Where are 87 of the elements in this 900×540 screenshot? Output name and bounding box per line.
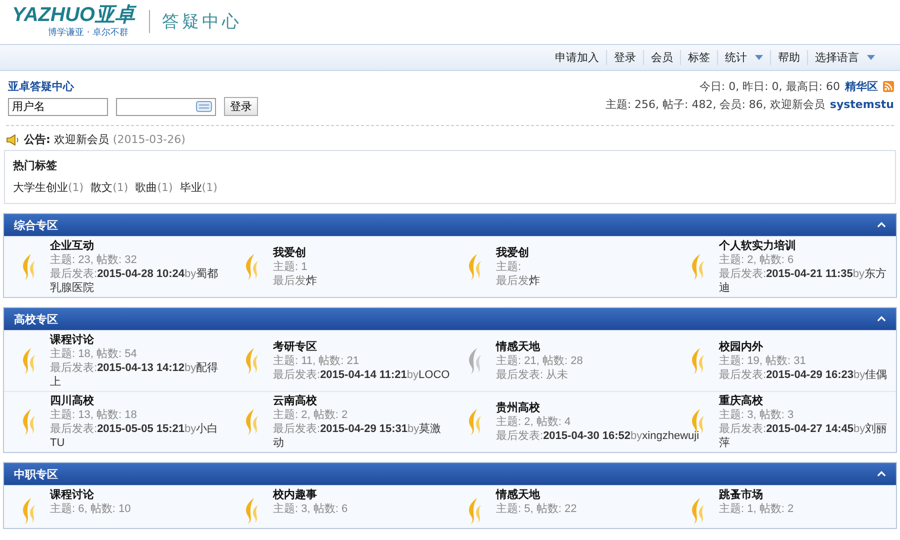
nav-link[interactable]: 选择语言: [807, 50, 882, 65]
forum-title-link[interactable]: 重庆高校: [719, 394, 894, 408]
forum-title[interactable]: 亚卓答疑中心: [8, 79, 258, 94]
section-title: 高校专区: [14, 312, 58, 326]
site-title: 答疑中心: [148, 10, 242, 32]
forum-title-link[interactable]: 贵州高校: [496, 401, 700, 415]
tag-link[interactable]: 大学生创业: [13, 181, 68, 194]
last-post-info: 最后发表:2015-04-29 16:23by佳偶: [719, 368, 888, 382]
last-post-info: 最后发表:2015-04-13 14:12by配得上: [50, 361, 220, 389]
forum-stats: 主题: 5, 帖数: 22: [496, 502, 577, 516]
announcement-text[interactable]: 公告: 欢迎新会员: [24, 132, 109, 147]
speaker-icon: [6, 134, 20, 146]
forum-title-link[interactable]: 跳蚤市场: [719, 488, 794, 502]
last-post-info: 最后发炸: [496, 274, 540, 288]
forum-title-link[interactable]: 校内趣事: [273, 488, 348, 502]
forum-stats: 主题: 23, 帖数: 32: [50, 253, 138, 267]
last-post-info: 最后发表:2015-04-21 11:35by东方迪: [719, 267, 888, 295]
forum-stats: 主题: 3, 帖数: 6: [273, 502, 348, 516]
forum-title-link[interactable]: 校园内外: [719, 340, 888, 354]
section-title: 中职专区: [14, 466, 58, 482]
section-header[interactable]: 综合专区: [4, 214, 896, 236]
forum-stats: 主题:: [496, 260, 522, 274]
section-header[interactable]: 高校专区: [4, 308, 896, 330]
rss-icon[interactable]: [883, 81, 894, 92]
nav-link[interactable]: 登录: [606, 50, 643, 65]
tag-link[interactable]: 毕业: [180, 181, 202, 194]
forum-title-link[interactable]: 个人软实力培训: [719, 239, 894, 253]
announcement-date: (2015-03-26): [112, 133, 186, 146]
last-post-info: 最后发表:2015-04-27 14:45by刘丽萍: [719, 422, 888, 450]
forum-stats: 主题: 2, 帖数: 2: [273, 408, 349, 422]
tags-title: 热门标签: [13, 158, 58, 173]
nav-link[interactable]: 申请加入: [548, 50, 606, 65]
forum-stats: 主题: 13, 帖数: 18: [50, 408, 138, 422]
tag-count: (1): [202, 181, 218, 194]
forum-stats: 主题: 1: [273, 260, 308, 274]
nav-link[interactable]: 帮助: [770, 50, 807, 65]
site-logo[interactable]: YAZHUO亚卓: [12, 4, 135, 26]
tag-count: (1): [112, 181, 128, 194]
forum-stats: 主题: 256, 帖子: 482, 会员: 86, 欢迎新会员: [605, 97, 825, 112]
nav-link[interactable]: 会员: [643, 50, 680, 65]
forum-stats: 主题: 3, 帖数: 3: [719, 408, 795, 422]
tag-count: (1): [68, 181, 84, 194]
collapse-icon[interactable]: [877, 471, 886, 477]
keyboard-icon[interactable]: [196, 101, 212, 112]
login-button[interactable]: 登录: [224, 97, 258, 116]
forum-title-link[interactable]: 我爱创: [496, 246, 540, 260]
section-title: 综合专区: [14, 218, 58, 232]
digest-link[interactable]: 精华区: [845, 79, 878, 94]
forum-title-link[interactable]: 课程讨论: [50, 488, 131, 502]
forum-stats: 主题: 19, 帖数: 31: [719, 354, 807, 368]
last-post-info: 最后发表:2015-05-05 15:21by小白TU: [50, 422, 220, 450]
section-header[interactable]: 中职专区: [4, 463, 896, 485]
forum-title-link[interactable]: 课程讨论: [50, 333, 225, 347]
forum-stats: 主题: 18, 帖数: 54: [50, 347, 138, 361]
tag-link[interactable]: 歌曲: [135, 181, 158, 194]
forum-title-link[interactable]: 我爱创: [273, 246, 317, 260]
forum-stats: 主题: 21, 帖数: 28: [496, 354, 583, 368]
forum-stats: 主题: 2, 帖数: 6: [719, 253, 795, 267]
last-post-info: 最后发表:2015-04-30 16:52byxingzhewuji: [496, 429, 700, 443]
forum-title-link[interactable]: 企业互动: [50, 239, 225, 253]
forum-title-link[interactable]: 四川高校: [50, 394, 225, 408]
nav-link[interactable]: 标签: [680, 50, 717, 65]
last-post-info: 最后发表:2015-04-14 11:21byLOCO: [273, 368, 450, 382]
forum-stats: 主题: 1, 帖数: 2: [719, 502, 794, 516]
tag-link[interactable]: 散文: [90, 181, 113, 194]
dropdown-caret-icon[interactable]: [755, 55, 763, 60]
last-post-info: 最后发表:2015-04-29 15:31by莫激动: [273, 422, 442, 450]
collapse-icon[interactable]: [877, 316, 886, 322]
collapse-icon[interactable]: [877, 222, 886, 228]
daily-stats: 今日: 0, 昨日: 0, 最高日: 60: [699, 79, 840, 94]
last-post-info: 最后发表: 从未: [496, 368, 570, 382]
forum-title-link[interactable]: 情感天地: [496, 340, 583, 354]
forum-stats: 主题: 2, 帖数: 4: [496, 415, 572, 429]
slogan: 博学谦亚 · 卓尔不群: [47, 26, 129, 38]
dropdown-caret-icon[interactable]: [867, 55, 875, 60]
forum-title-link[interactable]: 云南高校: [273, 394, 448, 408]
tag-count: (1): [157, 181, 173, 194]
username-field[interactable]: 用户名: [8, 98, 108, 116]
last-post-info: 最后发炸: [273, 274, 317, 288]
password-field[interactable]: [116, 98, 216, 116]
nav-link[interactable]: 统计: [717, 50, 770, 65]
forum-title-link[interactable]: 情感天地: [496, 488, 577, 502]
forum-stats: 主题: 11, 帖数: 21: [273, 354, 360, 368]
forum-stats: 主题: 6, 帖数: 10: [50, 502, 131, 516]
member-link[interactable]: systemstu: [830, 98, 894, 111]
last-post-info: 最后发表:2015-04-28 10:24by蜀都乳腺医院: [50, 267, 220, 295]
forum-title-link[interactable]: 考研专区: [273, 340, 450, 354]
